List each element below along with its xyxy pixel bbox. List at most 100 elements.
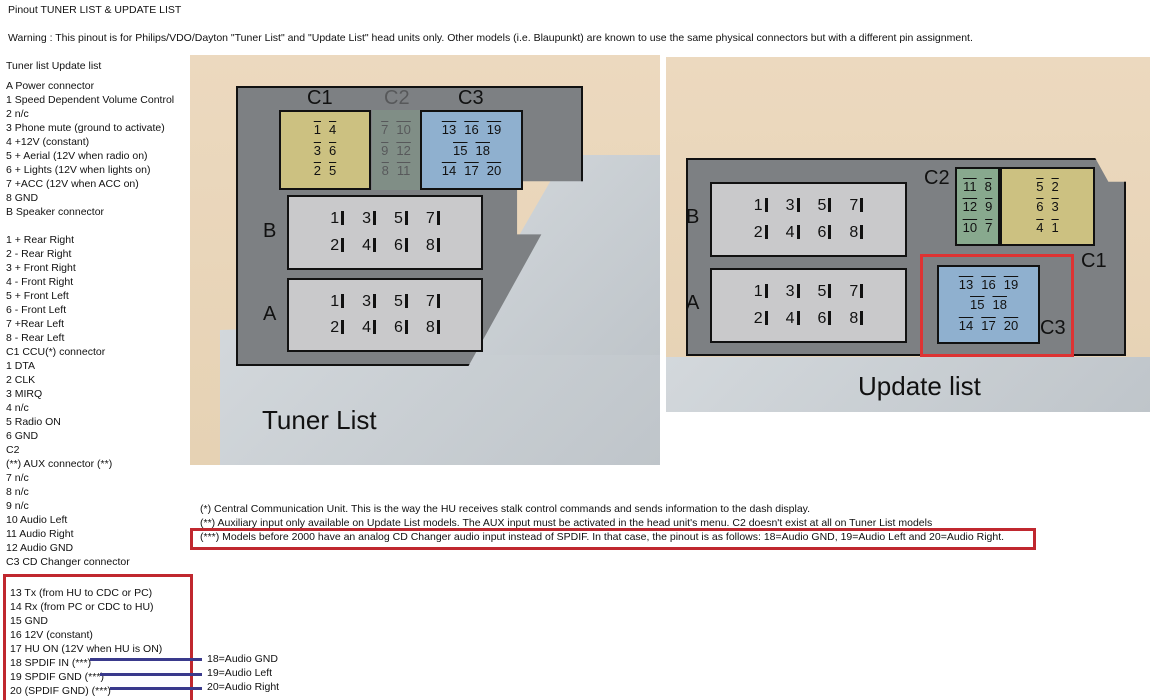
pin-list: Tuner list Update list A Power connector… — [6, 59, 174, 569]
pin-list-item — [6, 219, 174, 233]
pin-number: 5 — [394, 210, 408, 228]
pin-number: 3 — [362, 293, 376, 311]
update-connector-c3: 13 16 19 15 18 14 17 20 — [937, 265, 1040, 344]
pin-number: 3 — [786, 197, 800, 215]
pin-row: 11 8 — [963, 179, 992, 194]
pin-number: 2 — [330, 237, 344, 255]
pin-row: 52 — [1036, 179, 1058, 194]
pin-row: 14 17 20 — [442, 163, 501, 178]
pin-number: 16 — [464, 121, 479, 137]
pin-number: 6 — [1036, 199, 1044, 214]
pin-number: 5 — [1036, 178, 1044, 194]
pin-number: 7 — [381, 121, 389, 137]
pin-number: 9 — [381, 142, 389, 158]
pin-number: 6 — [818, 310, 832, 328]
pin-number: 5 — [394, 293, 408, 311]
pin-list-item: 10 Audio Left — [6, 514, 68, 526]
pin-list-item: 8 GND — [6, 192, 39, 204]
pin-number: 3 — [313, 142, 321, 158]
pin-number: 6 — [818, 224, 832, 242]
pin-number: 19 — [1003, 276, 1019, 292]
pin-number: 4 — [786, 310, 800, 328]
pin-row: 14 17 20 — [959, 318, 1018, 333]
cd-changer-pin-item: 17 HU ON (12V when HU is ON) — [10, 643, 163, 655]
pin-number: 5 — [818, 197, 832, 215]
pin-list-item: 3 Phone mute (ground to activate) — [6, 122, 165, 134]
pin-list-item: 11 Audio Right — [6, 528, 74, 540]
pin-row: 15 18 — [453, 143, 490, 158]
pin-list-item: C2 — [6, 444, 20, 456]
pin-row: 25 — [314, 163, 336, 178]
pin-number: 8 — [426, 237, 440, 255]
pin-number: 8 — [849, 310, 863, 328]
tuner-connector-a-label: A — [263, 303, 277, 325]
pin-number: 14 — [958, 317, 974, 333]
pin-number: 20 — [1003, 317, 1019, 333]
pin-list-item: 6 GND — [6, 430, 39, 442]
pin-number: 4 — [1036, 219, 1044, 235]
pin-row: 15 18 — [970, 297, 1007, 312]
pin-number: 4 — [362, 237, 376, 255]
pin-row: 7 10 — [381, 122, 411, 137]
pin-list-item: 2 n/c — [6, 108, 29, 120]
update-connector-a-label: A — [686, 292, 700, 314]
pin-number: 5 — [818, 283, 832, 301]
update-connector-c2: 11 8 12 9 10 7 — [955, 167, 1000, 246]
pin-list-item: 3 MIRQ — [6, 388, 43, 400]
update-connector-b: 1357 2468 — [710, 182, 907, 257]
pin-number: 1 — [330, 210, 344, 228]
pin-list-item: 1 Speed Dependent Volume Control — [6, 94, 175, 106]
alt-pin-19: 19=Audio Left — [207, 667, 273, 679]
pin-list-item: 5 + Aerial (12V when radio on) — [6, 150, 148, 162]
pin-list-item: 7 +Rear Left — [6, 318, 65, 330]
pin-list-item: 2 - Rear Right — [6, 248, 72, 260]
pin-number: 10 — [396, 121, 411, 137]
pin-number: 1 — [313, 121, 321, 137]
pin-list-item: C1 CCU(*) connector — [6, 346, 106, 358]
pin-number: 6 — [329, 142, 337, 158]
pin-number: 20 — [486, 163, 502, 179]
tuner-connector-c2: 7 10 9 12 8 11 — [372, 110, 420, 190]
update-connector-c3-label: C3 — [1040, 317, 1066, 339]
pin-row: 9 12 — [381, 143, 411, 158]
warning-text: Warning : This pinout is for Philips/VDO… — [8, 32, 973, 44]
pin-number: 15 — [970, 297, 985, 312]
pin-number: 8 — [381, 163, 389, 179]
pin-row: 1357 — [330, 210, 440, 228]
cd-changer-pin-item: 16 12V (constant) — [10, 629, 93, 641]
tuner-connector-c1: 1436 25 — [279, 110, 371, 190]
pin-number: 2 — [754, 224, 768, 242]
tuner-connector-c3: 13 16 19 15 18 14 17 20 — [420, 110, 523, 190]
pin-list-item: 4 +12V (constant) — [6, 136, 90, 148]
pin-list-item: 2 CLK — [6, 374, 36, 386]
update-connector-b-label: B — [686, 206, 700, 228]
pin-number: 7 — [849, 197, 863, 215]
pin-row: 2468 — [754, 224, 864, 242]
pin-number: 4 — [329, 121, 337, 137]
tuner-connector-c3-label: C3 — [458, 87, 484, 109]
pin-row: 8 11 — [382, 163, 411, 178]
alt-pin-20: 20=Audio Right — [207, 681, 280, 693]
cd-changer-pin-item: 13 Tx (from HU to CDC or PC) — [10, 587, 153, 599]
alt-pin-18: 18=Audio GND — [207, 653, 278, 665]
connector-line — [100, 673, 202, 676]
pin-row: 1357 — [754, 283, 864, 301]
pin-number: 8 — [849, 224, 863, 242]
pin-number: 18 — [475, 142, 490, 158]
pin-number: 13 — [958, 276, 974, 292]
pin-number: 10 — [962, 219, 978, 235]
pin-number: 1 — [754, 197, 768, 215]
pin-number: 8 — [426, 319, 440, 337]
cd-changer-pin-item: 15 GND — [10, 615, 48, 627]
connector-line — [90, 658, 202, 661]
pin-row: 13 16 19 — [959, 277, 1018, 292]
pin-number: 5 — [329, 163, 337, 179]
pin-row: 2468 — [330, 237, 440, 255]
pin-number: 13 — [441, 121, 457, 137]
pin-list-item: 4 n/c — [6, 402, 29, 414]
pin-number: 19 — [486, 121, 502, 137]
pin-list-item: A Power connector — [6, 80, 95, 92]
footnote-highlight-box — [190, 528, 1036, 550]
pin-list-item: 6 + Lights (12V when lights on) — [6, 164, 151, 176]
pin-number: 7 — [426, 210, 440, 228]
